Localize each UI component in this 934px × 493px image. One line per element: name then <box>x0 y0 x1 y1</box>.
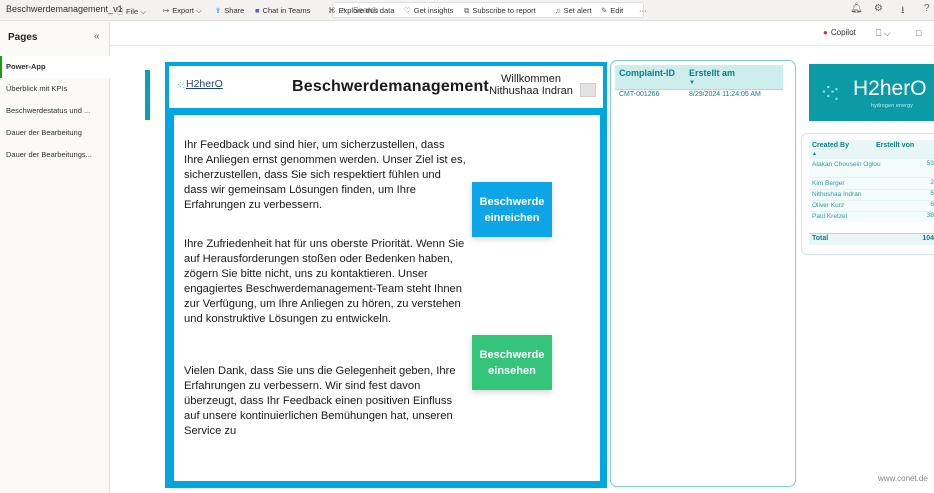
subscribe-button[interactable]: ⧉ Subscribe to report <box>464 6 536 16</box>
file-icon: 🗋︎ <box>117 7 124 16</box>
created-date-cell: 8/29/2024 11:24:05 AM <box>689 91 761 98</box>
creator-count-cell: 53 <box>926 160 934 167</box>
accent-bar <box>145 70 150 120</box>
bookmark-icon[interactable]: ⎕ ⌵ <box>876 28 891 39</box>
view-icon[interactable]: □ <box>916 28 921 38</box>
welcome-text: Willkommen Nithushaa Indran <box>486 73 576 97</box>
report-name[interactable]: Beschwerdemanagement_v1 <box>6 4 123 14</box>
pencil-icon: ✎ <box>601 6 608 15</box>
file-menu[interactable]: 🗋︎ File ⌵ <box>117 6 146 19</box>
copilot-label: Copilot <box>830 28 856 37</box>
copilot-button[interactable]: ● Copilot <box>823 28 856 37</box>
insights-label: Get insights <box>413 6 454 15</box>
pages-header: Pages <box>8 32 38 43</box>
get-insights-button[interactable]: ♡ Get insights <box>404 6 453 15</box>
logo-word: H2herO <box>186 78 223 90</box>
company-logo-large: ⁘: H2herO hydrogen energy <box>809 64 934 121</box>
footer-url: www.conet.de <box>878 474 928 483</box>
teams-icon: ■ <box>255 6 260 15</box>
copilot-icon: ● <box>823 28 828 37</box>
logo-dots-icon: ⁘: <box>176 80 185 91</box>
share-label: Share <box>224 6 245 15</box>
set-alert-button[interactable]: ♫ Set alert <box>555 6 592 15</box>
file-label: File <box>126 7 139 16</box>
creator-name-cell: Nithushaa Indran <box>812 191 862 198</box>
column-header-complaint-id[interactable]: Complaint-ID <box>619 68 675 78</box>
download-icon[interactable]: ⭳ <box>901 3 905 20</box>
complaint-id-cell: CMT-001266 <box>619 91 660 98</box>
text-card: Ihr Feedback und sind hier, um sicherzus… <box>174 115 600 481</box>
share-icon: ⇪ <box>215 6 222 15</box>
help-icon[interactable]: ? <box>924 3 930 14</box>
command-bar <box>110 22 934 46</box>
creator-count-cell: 5 <box>930 190 934 197</box>
sort-asc-icon[interactable]: ▲ <box>812 151 817 157</box>
company-logo-small: ⁘: H2herO <box>176 77 236 97</box>
pages-list: Power-App Überblick mit KPIs Beschwerdes… <box>0 56 110 166</box>
column-header-erstellt-am[interactable]: Erstellt am <box>689 68 735 78</box>
export-label: Export <box>172 6 194 15</box>
view-complaint-button[interactable]: Beschwerde einsehen <box>472 335 552 390</box>
view-button-line1: Beschwerde <box>479 348 545 361</box>
logo-tagline: hydrogen energy <box>871 103 914 109</box>
bell-icon[interactable]: 🔔︎ <box>850 3 863 14</box>
settings-gear-icon[interactable]: ⚙ <box>874 3 883 14</box>
page-title: Beschwerdemanagement <box>292 78 489 95</box>
submit-button-line2: einreichen <box>484 211 540 224</box>
edit-label: Edit <box>610 6 624 15</box>
pages-pane: Pages « Power-App Überblick mit KPIs Bes… <box>0 22 110 493</box>
explore-label: Explore this data <box>338 6 395 15</box>
logo-word-large: H2herO <box>853 77 927 100</box>
thanks-paragraph: Vielen Dank, dass Sie uns die Gelegenhei… <box>184 365 456 437</box>
intro-paragraph: Ihr Feedback und sind hier, um sicherzus… <box>184 139 466 211</box>
welcome-user: Nithushaa Indran <box>489 85 573 97</box>
creator-name-cell: Atakan Chousein Oglou <box>812 161 881 168</box>
creator-name-cell: Paul Kretzel <box>812 213 848 220</box>
lightbulb-icon: ♡ <box>404 6 411 15</box>
creator-name-cell: Oliver Kurz <box>812 202 845 209</box>
total-value: 104 <box>922 235 934 242</box>
submit-complaint-button[interactable]: Beschwerde einreichen <box>472 182 552 237</box>
subscribe-icon: ⧉ <box>464 6 470 15</box>
chat-in-teams-button[interactable]: ■ Chat in Teams <box>255 6 310 15</box>
export-icon: ↦ <box>163 6 170 15</box>
priority-paragraph: Ihre Zufriedenheit hat für uns oberste P… <box>184 238 465 325</box>
avatar <box>580 83 596 97</box>
creator-count-cell: 6 <box>930 201 934 208</box>
page-item-dauer-2[interactable]: Dauer der Bearbeitungs... <box>0 144 110 166</box>
creator-name-cell: Kim Berger <box>812 180 845 187</box>
view-button-line2: einsehen <box>488 364 536 377</box>
page-item-beschwerdestatus[interactable]: Beschwerdestatus und ... <box>0 100 110 122</box>
collapse-icon[interactable]: « <box>94 31 100 42</box>
explore-data-button[interactable]: ⌘ Explore this data <box>328 6 394 15</box>
edit-button[interactable]: ✎ Edit <box>601 6 623 15</box>
submit-button-line1: Beschwerde <box>479 195 545 208</box>
chat-in-teams-label: Chat in Teams <box>262 6 311 15</box>
share-button[interactable]: ⇪ Share <box>215 6 244 15</box>
complaint-table-card <box>610 60 796 487</box>
logo-dots-icon: ⁘: <box>819 80 839 105</box>
page-item-power-app[interactable]: Power-App <box>0 56 110 78</box>
creator-count-cell: 2 <box>930 179 934 186</box>
explore-icon: ⌘ <box>328 6 336 15</box>
page-item-dauer[interactable]: Dauer der Bearbeitung <box>0 122 110 144</box>
sort-desc-icon[interactable]: ▼ <box>689 80 695 86</box>
creator-count-cell: 38 <box>926 212 934 219</box>
alert-label: Set alert <box>563 6 592 15</box>
page-item-ueberblick[interactable]: Überblick mit KPIs <box>0 78 110 100</box>
welcome-line1: Willkommen <box>501 73 561 85</box>
alert-bell-icon: ♫ <box>555 6 561 15</box>
subscribe-label: Subscribe to report <box>472 6 536 15</box>
total-label: Total <box>812 235 829 242</box>
column-header-erstellt-von[interactable]: Erstellt von <box>876 142 914 149</box>
export-menu[interactable]: ↦ Export ⌵ <box>163 6 202 16</box>
column-header-created-by[interactable]: Created By <box>812 142 849 149</box>
more-options-button[interactable]: ··· <box>639 6 647 15</box>
